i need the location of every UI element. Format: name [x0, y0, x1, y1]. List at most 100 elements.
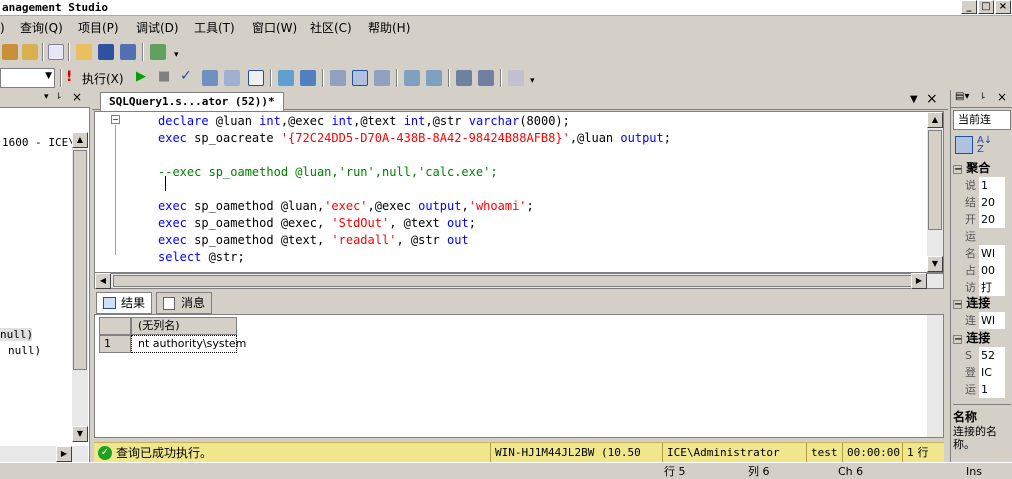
scroll-up-icon[interactable]: ▲ [927, 112, 943, 128]
new-file-icon[interactable] [48, 44, 64, 60]
tab-messages[interactable]: 消息 [156, 292, 213, 314]
scroll-thumb[interactable] [113, 275, 913, 287]
menu-help[interactable]: 帮助(H) [368, 20, 410, 36]
comment-icon[interactable] [404, 70, 420, 86]
property-row[interactable]: 说1 [953, 177, 1011, 194]
scroll-up-icon[interactable]: ▲ [72, 132, 88, 148]
increase-indent-icon[interactable] [478, 70, 494, 86]
categorized-icon[interactable] [955, 136, 973, 154]
property-row[interactable]: 名 WI [953, 245, 1011, 262]
scroll-left-icon[interactable]: ◀ [95, 273, 111, 289]
uncomment-icon[interactable] [426, 70, 442, 86]
save-icon[interactable] [98, 44, 114, 60]
code-line[interactable]: exec sp_oamethod @luan,'exec',@exec outp… [158, 198, 534, 215]
panel-dropdown-icon[interactable]: ▾ [44, 92, 49, 102]
scroll-down-icon[interactable]: ▼ [927, 256, 943, 272]
property-row[interactable]: 开 20 [953, 211, 1011, 228]
results-to-grid-icon[interactable] [248, 70, 264, 86]
menu-query[interactable]: 查询(Q) [20, 20, 63, 36]
property-row[interactable]: 登 IC [953, 364, 1011, 381]
close-tab-icon[interactable]: × [926, 91, 938, 107]
scroll-right-icon[interactable]: ▶ [911, 273, 927, 289]
database-dropdown[interactable]: ▼ [0, 68, 55, 88]
code-line[interactable]: --exec sp_oamethod @luan,'run',null,'cal… [158, 164, 498, 181]
property-row[interactable]: 占 00 [953, 262, 1011, 279]
debug-play-icon[interactable]: ▶ [136, 69, 146, 84]
code-line[interactable]: exec sp_oacreate '{72C24DD5-D70A-438B-8A… [158, 130, 671, 147]
code-line[interactable]: exec sp_oamethod @text, 'readall', @str … [158, 232, 469, 249]
alphabetical-icon[interactable]: A↓ Z [977, 136, 995, 155]
maximize-button[interactable]: □ [978, 0, 994, 14]
stop-icon[interactable]: ■ [158, 69, 170, 84]
activity-monitor-icon[interactable] [150, 44, 166, 60]
pin-icon[interactable]: ꜕ [57, 91, 62, 102]
grid-icon [103, 297, 116, 309]
open-folder-icon[interactable] [76, 44, 92, 60]
results-file-icon[interactable] [374, 70, 390, 86]
column-header[interactable]: (无列名) [131, 317, 237, 335]
grid-vertical-scrollbar[interactable] [927, 315, 943, 437]
editor-horizontal-scrollbar[interactable]: ◀ ▶ [94, 273, 944, 289]
menu-item-prev[interactable]: ) [0, 20, 5, 36]
pin-icon[interactable]: ꜕ [981, 91, 986, 102]
db-icon[interactable] [22, 44, 38, 60]
collapse-icon[interactable]: − [111, 115, 120, 124]
decrease-indent-icon[interactable] [456, 70, 472, 86]
editor-vertical-scrollbar[interactable]: ▲ ▼ [927, 112, 943, 272]
code-token: @exec, [280, 216, 332, 230]
scroll-right-icon[interactable]: ▶ [56, 446, 72, 462]
close-panel-icon[interactable]: × [72, 90, 82, 104]
connect-icon[interactable] [2, 44, 18, 60]
save-all-icon[interactable] [120, 44, 136, 60]
results-grid-icon[interactable] [352, 70, 368, 86]
code-line[interactable]: declare @luan int,@exec int,@text int,@s… [158, 113, 570, 130]
status-server: WIN-HJ1M44JL2BW (10.50 RTM) [490, 443, 662, 479]
row-number[interactable]: 1 [99, 335, 131, 353]
property-row[interactable]: 运1 [953, 381, 1011, 398]
section-aggregate[interactable]: − 聚合 [953, 160, 1011, 177]
menu-project[interactable]: 项目(P) [78, 20, 119, 36]
section-connection-details[interactable]: − 连接 [953, 330, 1011, 347]
code-line[interactable]: select @str; [158, 249, 245, 266]
property-row[interactable]: S 52 [953, 347, 1011, 364]
left-horizontal-scrollbar[interactable]: ▶ [0, 446, 88, 462]
property-row[interactable]: 连 WI [953, 312, 1011, 329]
query-designer-icon[interactable] [224, 70, 240, 86]
tab-messages-label: 消息 [181, 296, 206, 310]
parse-check-icon[interactable]: ✓ [180, 68, 192, 84]
include-plan-icon[interactable] [278, 70, 294, 86]
menu-debug[interactable]: 调试(D) [136, 20, 179, 36]
execute-button[interactable]: 执行(X) [82, 70, 124, 87]
menu-community[interactable]: 社区(C) [310, 20, 352, 36]
tab-dropdown-icon[interactable]: ▼ [910, 94, 918, 105]
display-plan-icon[interactable] [202, 70, 218, 86]
client-stats-icon[interactable] [300, 70, 316, 86]
menu-window[interactable]: 窗口(W) [252, 20, 297, 36]
object-dropdown-value: 当前连 [958, 113, 991, 126]
sql-editor[interactable]: − declare @luan int,@exec int,@text int,… [94, 111, 944, 273]
section-connection[interactable]: − 连接 [953, 295, 1011, 312]
property-row[interactable]: 访打 [953, 279, 1011, 296]
query-tab[interactable]: SQLQuery1.s...ator (52))* [100, 92, 284, 111]
toolbar-overflow-icon[interactable]: ▾ [174, 50, 179, 60]
code-token: 'StdOut' [331, 216, 390, 230]
scroll-thumb[interactable] [928, 130, 942, 230]
specify-values-icon[interactable] [508, 70, 524, 86]
minimize-button[interactable]: _ [961, 0, 977, 14]
server-tree-item[interactable]: 1600 - ICE\ [2, 136, 75, 149]
left-vertical-scrollbar[interactable]: ▲ ▼ [72, 132, 88, 442]
result-cell[interactable]: nt authority\system [131, 335, 246, 353]
results-text-icon[interactable] [330, 70, 346, 86]
object-dropdown[interactable]: 当前连 [953, 110, 1011, 130]
scroll-down-icon[interactable]: ▼ [72, 426, 88, 442]
tab-results[interactable]: 结果 [96, 292, 153, 314]
property-row[interactable]: 运 [953, 228, 1011, 245]
property-row[interactable]: 结 20 [953, 194, 1011, 211]
code-line[interactable]: exec sp_oamethod @exec, 'StdOut', @text … [158, 215, 476, 232]
scroll-thumb[interactable] [73, 150, 87, 370]
close-button[interactable]: × [995, 0, 1011, 14]
close-panel-icon[interactable]: × [997, 90, 1007, 104]
code-token: int [403, 114, 426, 128]
toolbar-overflow-icon[interactable]: ▾ [530, 76, 535, 86]
menu-tools[interactable]: 工具(T) [194, 20, 235, 36]
